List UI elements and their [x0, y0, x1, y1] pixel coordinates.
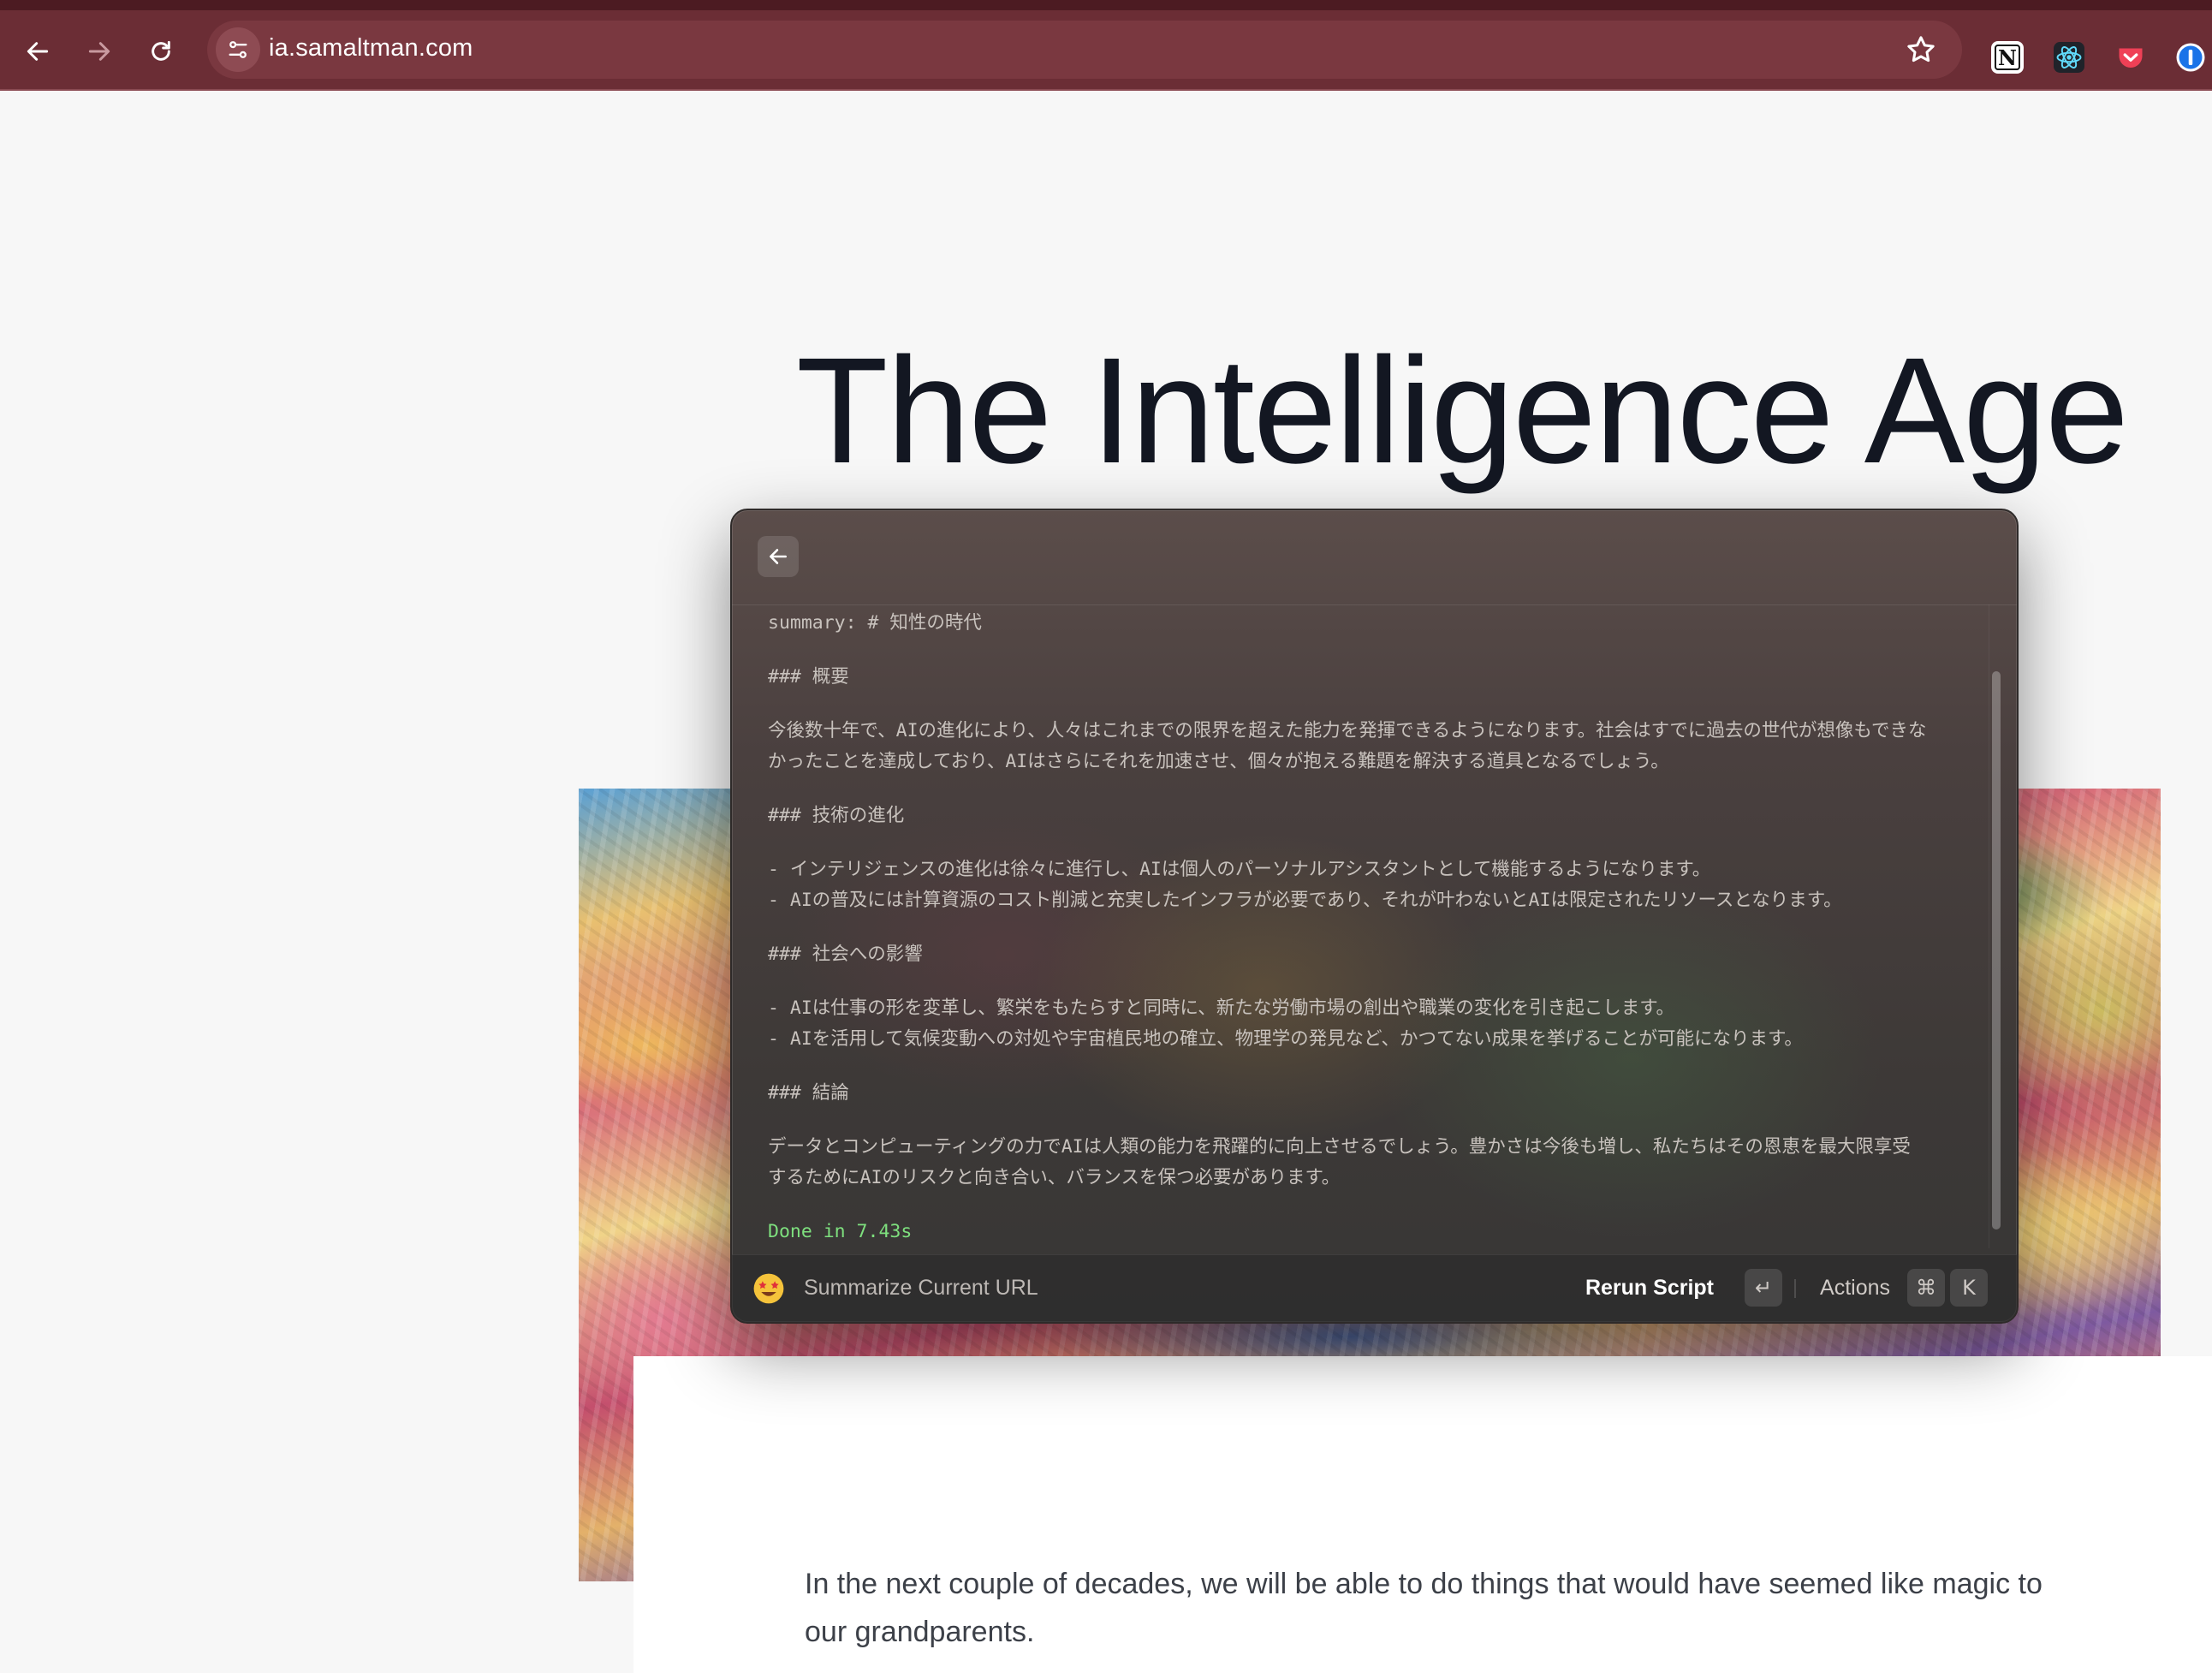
output-line: ### 技術の進化 [768, 805, 905, 826]
output-scrollbar[interactable] [1989, 604, 2001, 1248]
browser-toolbar: ia.samaltman.com N [0, 0, 2212, 91]
output-line: 今後数十年で、AIの進化により、人々はこれまでの限界を超えた能力を発揮できるよう… [768, 720, 1927, 741]
launcher-footer: Summarize Current URL Rerun Script ↵ Act… [732, 1254, 2017, 1322]
bookmark-button[interactable] [1904, 33, 1938, 67]
output-blank-line [768, 1194, 1983, 1217]
star-icon [1907, 36, 1935, 63]
tune-icon [229, 41, 247, 58]
actions-button[interactable]: Actions [1820, 1276, 1890, 1301]
output-blank-line [768, 639, 1983, 662]
arrow-right-icon [88, 42, 110, 61]
output-line: ### 社会への影響 [768, 944, 923, 965]
reload-button[interactable] [144, 34, 178, 68]
output-blank-line [768, 831, 1983, 854]
output-line: summary: # 知性の時代 [768, 612, 982, 634]
output-line: - インテリジェンスの進化は徐々に進行し、AIは個人のパーソナルアシスタントとし… [768, 859, 1711, 880]
output-blank-line [768, 970, 1983, 993]
k-key-hint: K [1950, 1269, 1988, 1307]
output-line: ### 概要 [768, 666, 849, 688]
output-blank-line [768, 777, 1983, 801]
cmd-key-hint: ⌘ [1907, 1269, 1945, 1307]
back-button[interactable] [21, 34, 55, 68]
article-paragraph: In the next couple of decades, we will b… [805, 1568, 2043, 1648]
address-bar[interactable]: ia.samaltman.com [207, 21, 1962, 79]
run-status-text: Done in 7.43s [768, 1221, 913, 1240]
reload-icon [152, 40, 170, 61]
scrollbar-thumb[interactable] [1992, 671, 2001, 1229]
notion-icon: N [1995, 45, 2020, 70]
launcher-window: summary: # 知性の時代 ### 概要今後数十年で、AIの進化により、人々… [730, 509, 2019, 1324]
page-title: The Intelligence Age [796, 327, 2129, 495]
react-devtools-extension[interactable] [2053, 41, 2085, 74]
react-devtools-icon [2054, 42, 2084, 73]
footer-divider [1794, 1279, 1796, 1298]
1password-extension[interactable] [2174, 41, 2207, 74]
output-blank-line [768, 693, 1983, 716]
output-blank-line [768, 1109, 1983, 1132]
output-line: ### 結論 [768, 1082, 849, 1104]
output-line: するためにAIのリスクと向き合い、バランスを保つ必要があります。 [768, 1167, 1341, 1188]
rerun-script-button[interactable]: Rerun Script [1585, 1276, 1714, 1301]
command-name: Summarize Current URL [804, 1276, 1038, 1300]
launcher-header [732, 510, 2017, 605]
output-blank-line [768, 1055, 1983, 1078]
output-line: かったことを達成しており、AIはさらにそれを加速させ、個々が抱える難題を解決する… [768, 751, 1669, 772]
arrow-left-icon [770, 549, 787, 564]
enter-key-hint: ↵ [1745, 1269, 1782, 1307]
forward-button[interactable] [82, 34, 116, 68]
output-line: データとコンピューティングの力でAIは人類の能力を飛躍的に向上させるでしょう。豊… [768, 1136, 1911, 1158]
notion-extension[interactable]: N [1991, 41, 2024, 74]
1password-icon [2176, 43, 2205, 72]
launcher-back-button[interactable] [758, 536, 799, 577]
output-line: - AIの普及には計算資源のコスト削減と充実したインフラが必要であり、それが叶わ… [768, 890, 1842, 911]
pocket-icon [2119, 48, 2143, 68]
star-struck-emoji-icon [753, 1273, 784, 1304]
script-output: summary: # 知性の時代 ### 概要今後数十年で、AIの進化により、人々… [768, 604, 1983, 1240]
output-line: - AIは仕事の形を変革し、繁栄をもたらすと同時に、新たな労働市場の創出や職業の… [768, 997, 1675, 1019]
output-blank-line [768, 916, 1983, 939]
output-line: - AIを活用して気候変動への対処や宇宙植民地の確立、物理学の発見など、かつてな… [768, 1028, 1803, 1050]
site-info-button[interactable] [216, 27, 260, 72]
arrow-left-icon [27, 42, 49, 61]
url-text[interactable]: ia.samaltman.com [269, 34, 473, 63]
pocket-extension[interactable] [2114, 41, 2147, 74]
